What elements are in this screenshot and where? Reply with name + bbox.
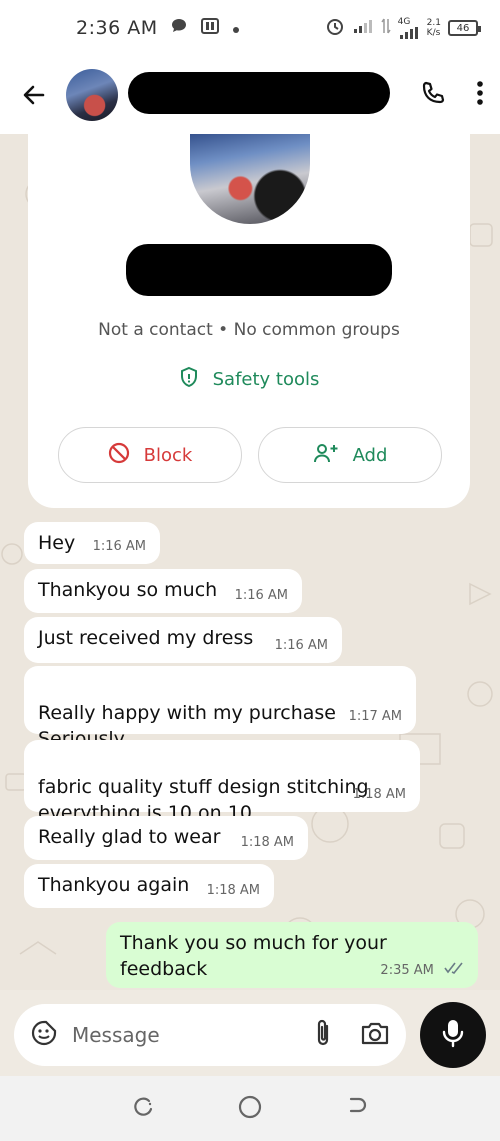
message-time-row: 2:35 AM bbox=[380, 957, 464, 984]
message-bubble[interactable]: Thankyou so much 1:16 AM bbox=[24, 569, 302, 613]
message-text: Just received my dress bbox=[38, 627, 254, 649]
block-button[interactable]: Block bbox=[58, 427, 242, 483]
block-label: Block bbox=[143, 444, 193, 466]
message-time: 1:16 AM bbox=[274, 638, 328, 653]
camera-icon[interactable] bbox=[360, 1020, 390, 1050]
signal-icon bbox=[352, 18, 374, 38]
message-bubble[interactable]: Just received my dress 1:16 AM bbox=[24, 617, 342, 663]
contact-title-redacted bbox=[126, 244, 392, 296]
message-text: Hey bbox=[38, 532, 76, 554]
message-bubble[interactable]: Thankyou again 1:18 AM bbox=[24, 864, 274, 908]
system-navigation-bar bbox=[0, 1076, 500, 1141]
add-contact-button[interactable]: Add bbox=[258, 427, 442, 483]
alarm-icon bbox=[325, 16, 345, 40]
message-input[interactable] bbox=[72, 1023, 262, 1047]
network-type-icon: 4G bbox=[397, 16, 420, 39]
microphone-icon bbox=[441, 1018, 465, 1052]
attachment-icon[interactable] bbox=[314, 1018, 332, 1052]
message-bubble[interactable]: fabric quality stuff design stitching ev… bbox=[24, 740, 420, 824]
recent-apps-icon[interactable] bbox=[131, 1095, 155, 1123]
message-text: Really glad to wear bbox=[38, 826, 221, 848]
add-label: Add bbox=[352, 444, 388, 466]
contact-status-text: Not a contact • No common groups bbox=[98, 320, 400, 340]
app-notification-icon bbox=[200, 17, 220, 40]
contact-profile-photo[interactable] bbox=[190, 134, 310, 224]
chat-notification-icon bbox=[170, 17, 188, 40]
outgoing-message-bubble[interactable]: Thank you so much for your feedback 2:35… bbox=[106, 922, 478, 988]
safety-tools-link[interactable]: Safety tools bbox=[28, 366, 470, 393]
message-time: 2:35 AM bbox=[380, 963, 434, 978]
data-transfer-icon bbox=[381, 17, 391, 39]
contact-name-redacted[interactable] bbox=[128, 72, 390, 114]
network-label: 4G bbox=[397, 16, 411, 27]
message-time: 1:16 AM bbox=[234, 588, 288, 603]
message-text: Thankyou so much bbox=[38, 579, 218, 601]
message-bubble[interactable]: Really glad to wear 1:18 AM bbox=[24, 816, 308, 860]
message-time: 1:18 AM bbox=[352, 787, 406, 802]
message-text: Thankyou again bbox=[38, 874, 190, 896]
message-time: 1:18 AM bbox=[206, 883, 260, 898]
double-check-read-icon bbox=[444, 962, 464, 978]
emoji-sticker-icon[interactable] bbox=[30, 1019, 58, 1051]
message-time: 1:18 AM bbox=[240, 835, 294, 850]
speed-value: 2.1 bbox=[426, 18, 441, 28]
dot-icon bbox=[232, 18, 240, 39]
status-time: 2:36 AM bbox=[76, 17, 158, 39]
voice-message-button[interactable] bbox=[420, 1002, 486, 1068]
more-options-icon[interactable] bbox=[476, 80, 484, 110]
back-arrow-icon[interactable] bbox=[16, 77, 52, 113]
message-time: 1:17 AM bbox=[348, 709, 402, 724]
safety-tools-label: Safety tools bbox=[212, 369, 320, 390]
battery-icon: 46 bbox=[448, 20, 481, 36]
message-bubble[interactable]: Really happy with my purchase Seriously … bbox=[24, 666, 416, 750]
call-icon[interactable] bbox=[420, 80, 446, 110]
status-bar: 2:36 AM 4G 2.1 K/s 46 bbox=[0, 0, 500, 56]
chat-header bbox=[0, 56, 500, 134]
speed-indicator: 2.1 K/s bbox=[427, 18, 441, 38]
back-nav-icon[interactable] bbox=[345, 1095, 369, 1123]
shield-icon bbox=[179, 366, 199, 393]
chat-area[interactable]: Not a contact • No common groups Safety … bbox=[0, 134, 500, 990]
message-bubble[interactable]: Hey 1:16 AM bbox=[24, 522, 160, 564]
speed-unit: K/s bbox=[426, 28, 441, 38]
battery-level: 46 bbox=[456, 22, 470, 34]
home-icon[interactable] bbox=[237, 1094, 263, 1124]
message-composer bbox=[14, 1004, 406, 1066]
message-time: 1:16 AM bbox=[92, 539, 146, 554]
contact-info-card: Not a contact • No common groups Safety … bbox=[28, 134, 470, 508]
add-person-icon bbox=[313, 442, 339, 469]
contact-avatar[interactable] bbox=[66, 69, 118, 121]
block-icon bbox=[108, 442, 130, 469]
